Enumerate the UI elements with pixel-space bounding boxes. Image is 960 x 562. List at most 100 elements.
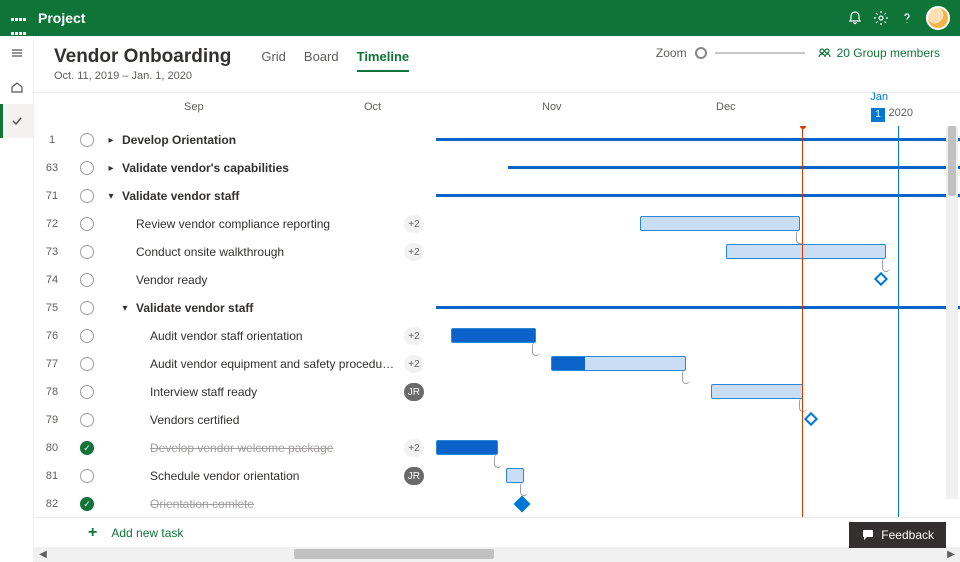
complete-toggle[interactable] xyxy=(80,413,94,427)
complete-toggle[interactable] xyxy=(80,497,94,511)
scroll-right-arrow[interactable]: ▶ xyxy=(942,549,960,560)
task-row[interactable]: 78Interview staff readyJR xyxy=(34,378,436,406)
task-row[interactable]: 81 Schedule vendor orientationJR xyxy=(34,462,436,490)
rail-menu-button[interactable] xyxy=(0,36,33,70)
feedback-button[interactable]: Feedback xyxy=(849,522,946,548)
rail-tasks-button[interactable] xyxy=(0,104,33,138)
complete-toggle[interactable] xyxy=(80,441,94,455)
complete-toggle[interactable] xyxy=(80,245,94,259)
task-bar[interactable] xyxy=(640,216,800,231)
task-name[interactable]: Schedule vendor orientation xyxy=(150,469,404,483)
complete-toggle[interactable] xyxy=(80,357,94,371)
complete-toggle[interactable] xyxy=(80,133,94,147)
complete-toggle[interactable] xyxy=(80,273,94,287)
task-name[interactable]: Review vendor compliance reporting xyxy=(136,217,404,231)
task-name[interactable]: Develop vendor welcome package xyxy=(150,441,404,455)
assignee-badge[interactable]: +2 xyxy=(404,215,424,233)
task-row[interactable]: 73Conduct onsite walkthrough+2 xyxy=(34,238,436,266)
complete-toggle[interactable] xyxy=(80,301,94,315)
complete-toggle[interactable] xyxy=(80,161,94,175)
app-launcher-icon[interactable] xyxy=(10,10,26,26)
dependency-link xyxy=(799,398,807,412)
progress-fill xyxy=(437,441,497,454)
task-name[interactable]: Vendors certified xyxy=(150,413,436,427)
complete-toggle[interactable] xyxy=(80,217,94,231)
scroll-left-arrow[interactable]: ◀ xyxy=(34,549,52,560)
task-name[interactable]: Validate vendor staff xyxy=(136,301,436,315)
task-row[interactable]: 74 Vendor ready xyxy=(34,266,436,294)
summary-bar[interactable] xyxy=(436,138,960,141)
tab-board[interactable]: Board xyxy=(304,49,339,72)
user-avatar[interactable] xyxy=(926,6,950,30)
summary-bar[interactable] xyxy=(508,166,960,169)
dependency-link xyxy=(494,454,502,468)
chevron-down-icon[interactable]: ▾ xyxy=(118,303,132,314)
settings-icon[interactable] xyxy=(868,0,894,36)
complete-toggle[interactable] xyxy=(80,385,94,399)
row-number: 74 xyxy=(34,274,70,286)
task-row[interactable]: 1▸Develop Orientation xyxy=(34,126,436,154)
tab-timeline[interactable]: Timeline xyxy=(357,49,410,72)
summary-bar[interactable] xyxy=(436,306,960,309)
help-icon[interactable] xyxy=(894,0,920,36)
task-name[interactable]: Validate vendor's capabilities xyxy=(122,161,436,175)
gantt-row xyxy=(436,182,936,210)
task-name[interactable]: Audit vendor equipment and safety proced… xyxy=(150,357,404,371)
horizontal-scrollbar[interactable]: ◀ ▶ xyxy=(34,547,960,562)
task-bar[interactable] xyxy=(551,356,686,371)
task-row[interactable]: 82Orientation comlete xyxy=(34,490,436,517)
vertical-scrollbar[interactable] xyxy=(946,126,958,499)
assignee-badge[interactable]: +2 xyxy=(404,243,424,261)
task-name[interactable]: Validate vendor staff xyxy=(122,189,436,203)
task-row[interactable]: 76Audit vendor staff orientation+2 xyxy=(34,322,436,350)
assignee-badge[interactable]: JR xyxy=(404,383,424,401)
tab-grid[interactable]: Grid xyxy=(261,49,286,72)
chevron-right-icon[interactable]: ▸ xyxy=(104,163,118,174)
row-number: 81 xyxy=(34,470,70,482)
summary-bar[interactable] xyxy=(436,194,960,197)
zoom-control[interactable]: Zoom xyxy=(656,46,805,60)
task-bar[interactable] xyxy=(436,440,498,455)
milestone-diamond[interactable] xyxy=(514,496,531,513)
row-number: 75 xyxy=(34,302,70,314)
hscroll-thumb[interactable] xyxy=(294,549,494,559)
assignee-badge[interactable]: JR xyxy=(404,467,424,485)
task-row[interactable]: 63▸Validate vendor's capabilities xyxy=(34,154,436,182)
milestone-diamond[interactable] xyxy=(874,272,888,286)
task-row[interactable]: 79Vendors certified xyxy=(34,406,436,434)
task-row[interactable]: 80Develop vendor welcome package+2 xyxy=(34,434,436,462)
assignee-badge[interactable]: +2 xyxy=(404,327,424,345)
task-bar[interactable] xyxy=(711,384,803,399)
task-name[interactable]: Interview staff ready xyxy=(150,385,404,399)
task-row[interactable]: 72Review vendor compliance reporting+2 xyxy=(34,210,436,238)
task-bar[interactable] xyxy=(451,328,536,343)
assignee-badge[interactable]: +2 xyxy=(404,439,424,457)
milestone-diamond[interactable] xyxy=(804,412,818,426)
task-name[interactable]: Vendor ready xyxy=(136,273,436,287)
chevron-right-icon[interactable]: ▸ xyxy=(104,135,118,146)
chevron-down-icon[interactable]: ▾ xyxy=(104,191,118,202)
month-oct: Oct xyxy=(364,101,381,113)
group-members-button[interactable]: 20 Group members xyxy=(817,46,940,60)
complete-toggle[interactable] xyxy=(80,189,94,203)
today-marker[interactable]: 1 xyxy=(871,108,885,122)
task-row[interactable]: 71▾Validate vendor staff xyxy=(34,182,436,210)
add-task-button[interactable]: + Add new task xyxy=(34,517,960,547)
task-name[interactable]: Conduct onsite walkthrough xyxy=(136,245,404,259)
assignee-badge[interactable]: +2 xyxy=(404,355,424,373)
zoom-handle[interactable] xyxy=(695,47,707,59)
task-row[interactable]: 75 ▾ Validate vendor staff xyxy=(34,294,436,322)
complete-toggle[interactable] xyxy=(80,469,94,483)
task-name[interactable]: Develop Orientation xyxy=(122,133,436,147)
task-bar[interactable] xyxy=(506,468,524,483)
task-row[interactable]: 77Audit vendor equipment and safety proc… xyxy=(34,350,436,378)
zoom-track[interactable] xyxy=(715,52,805,54)
month-nov: Nov xyxy=(542,101,562,113)
notifications-icon[interactable] xyxy=(842,0,868,36)
task-name[interactable]: Audit vendor staff orientation xyxy=(150,329,404,343)
complete-toggle[interactable] xyxy=(80,329,94,343)
rail-home-button[interactable] xyxy=(0,70,33,104)
month-sep: Sep xyxy=(184,101,204,113)
task-bar[interactable] xyxy=(726,244,886,259)
task-name[interactable]: Orientation comlete xyxy=(150,497,436,511)
